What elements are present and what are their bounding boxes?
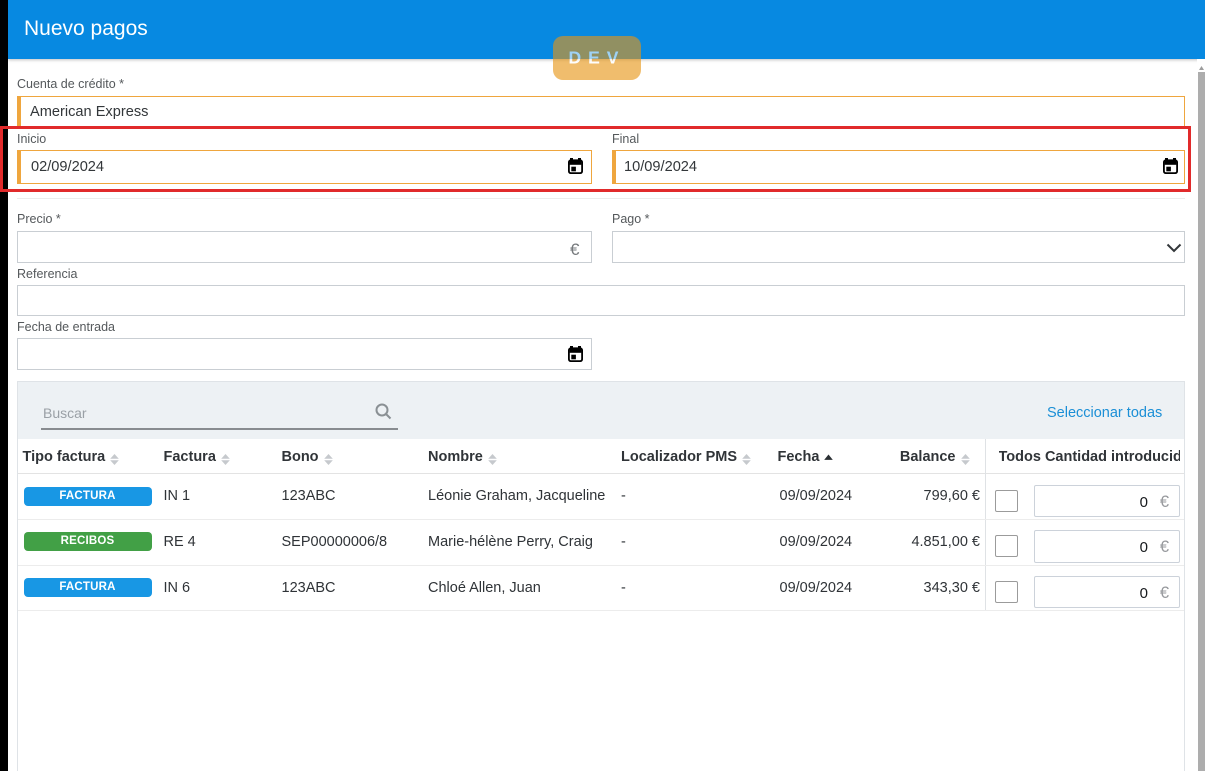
svg-text:DEV: DEV xyxy=(569,48,626,68)
